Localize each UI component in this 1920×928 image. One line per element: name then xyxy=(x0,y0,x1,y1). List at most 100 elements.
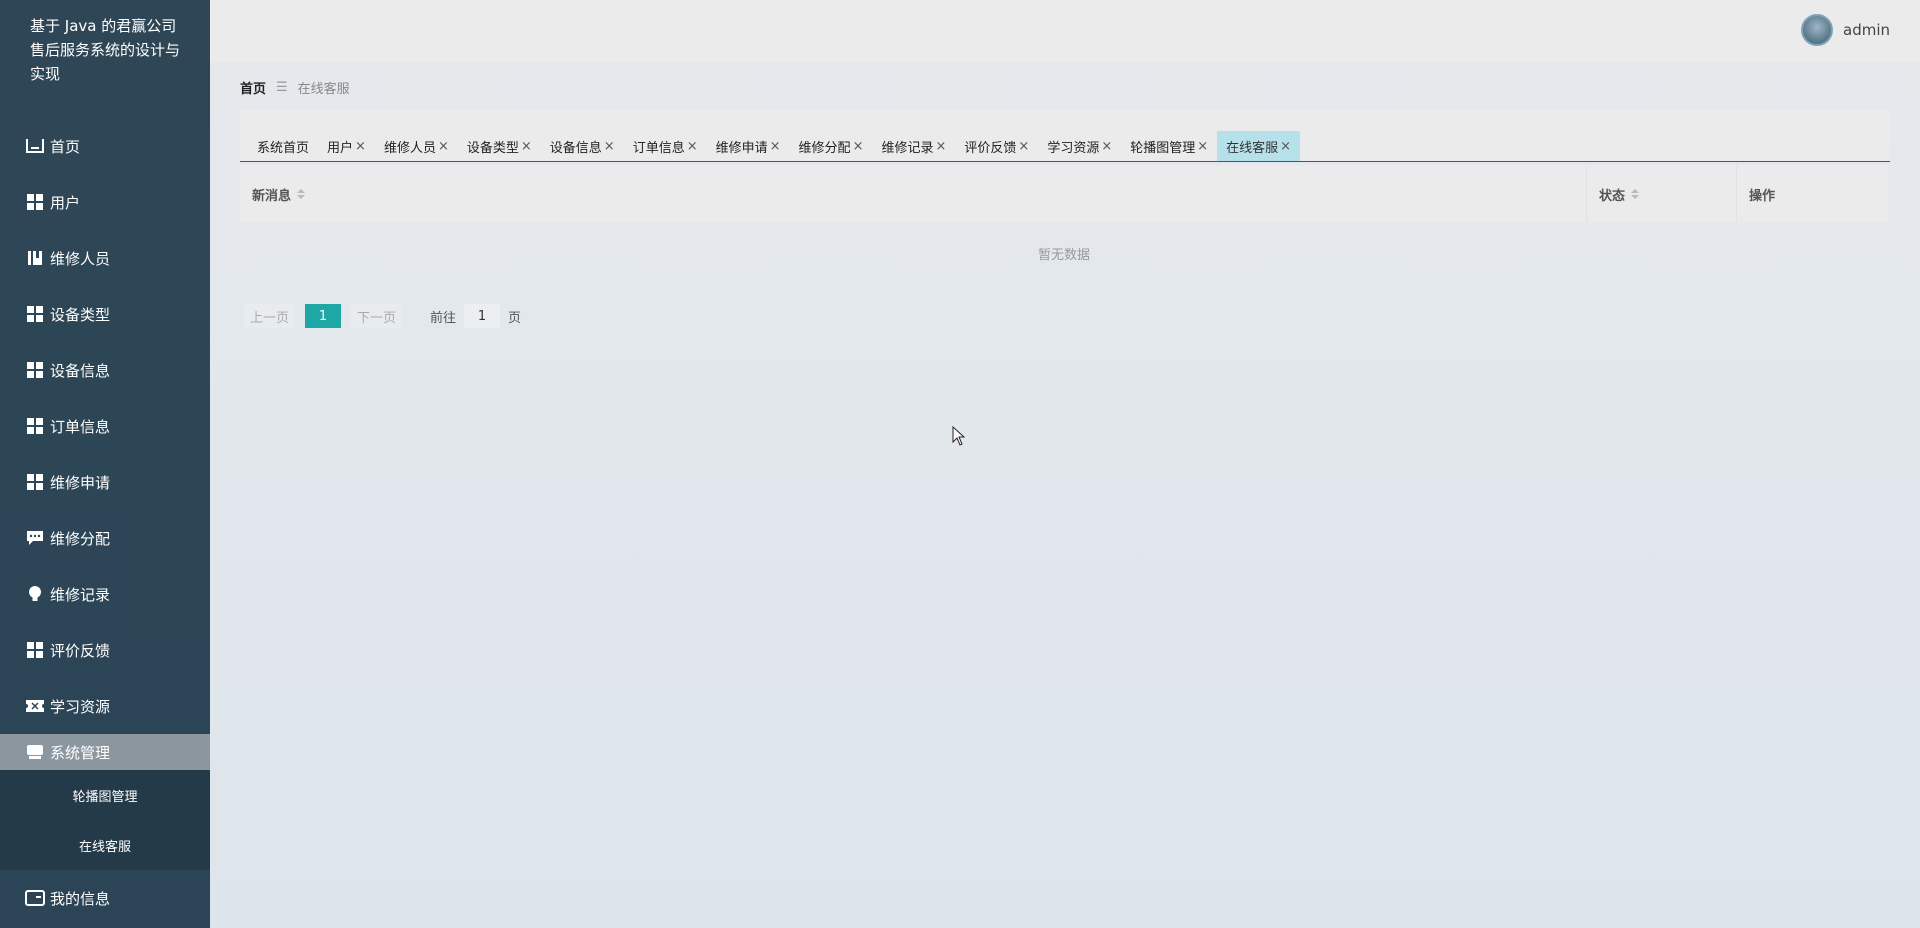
sidebar-item-label: 系统管理 xyxy=(50,743,111,762)
goto-page-input[interactable] xyxy=(464,304,501,328)
mouse-cursor-icon xyxy=(952,425,966,450)
top-header: admin xyxy=(210,0,1920,62)
tab-users[interactable]: 用户 × xyxy=(318,131,375,161)
close-icon[interactable]: × xyxy=(935,139,946,154)
sort-icon[interactable] xyxy=(297,189,306,199)
sidebar-item-label: 订单信息 xyxy=(50,417,111,436)
tab-label: 订单信息 xyxy=(632,140,685,156)
sidebar-item-repair-request[interactable]: 维修申请 xyxy=(0,454,210,510)
close-icon[interactable]: × xyxy=(438,139,449,154)
tab-device-info[interactable]: 设备信息 × xyxy=(541,131,624,161)
tab-repair-record[interactable]: 维修记录 × xyxy=(872,131,955,161)
sidebar-subitem-online-service[interactable]: 在线客服 xyxy=(0,820,210,870)
sidebar-item-label: 我的信息 xyxy=(50,889,111,908)
sort-icon[interactable] xyxy=(1631,189,1640,199)
tab-device-type[interactable]: 设备类型 × xyxy=(458,131,541,161)
tab-order-info[interactable]: 订单信息 × xyxy=(624,131,707,161)
sidebar-item-feedback[interactable]: 评价反馈 xyxy=(0,622,210,678)
sidebar-item-device-type[interactable]: 设备类型 xyxy=(0,286,210,342)
goto-label: 前往 xyxy=(430,310,457,326)
tab-label: 在线客服 xyxy=(1226,140,1279,156)
tab-label: 系统首页 xyxy=(257,140,310,156)
sidebar-item-home[interactable]: 首页 xyxy=(0,118,210,174)
tab-carousel[interactable]: 轮播图管理 × xyxy=(1121,131,1217,161)
tags-bar: 系统首页 用户 × 维修人员 × 设备类型 × 设备信息 × 订单信息 × 维修申请 × 维… xyxy=(240,110,1890,162)
book-icon xyxy=(25,249,45,267)
sidebar-item-label: 设备类型 xyxy=(50,305,111,324)
sidebar-item-label: 设备信息 xyxy=(50,361,111,380)
tab-learning[interactable]: 学习资源 × xyxy=(1038,131,1121,161)
tab-feedback[interactable]: 评价反馈 × xyxy=(955,131,1038,161)
sidebar-item-label: 维修人员 xyxy=(50,249,111,268)
grid-icon xyxy=(25,193,45,211)
tab-label: 维修申请 xyxy=(715,140,768,156)
sidebar-item-users[interactable]: 用户 xyxy=(0,174,210,230)
next-page-button[interactable]: 下一页 xyxy=(351,304,403,328)
breadcrumb-current: 在线客服 xyxy=(297,82,350,97)
sidebar-item-label: 首页 xyxy=(50,137,81,156)
column-header-new-message[interactable]: 新消息 xyxy=(240,165,1587,223)
sidebar-item-label: 用户 xyxy=(50,193,81,212)
grid-icon xyxy=(25,305,45,323)
sidebar: 基于 Java 的君赢公司售后服务系统的设计与实现 首页 用户 维修人员 设备类… xyxy=(0,0,210,928)
sidebar-item-label: 维修记录 xyxy=(50,585,111,604)
tab-label: 学习资源 xyxy=(1047,140,1100,156)
tab-label: 设备信息 xyxy=(549,140,602,156)
sidebar-item-system-management[interactable]: 系统管理 xyxy=(0,734,210,770)
sidebar-item-order-info[interactable]: 订单信息 xyxy=(0,398,210,454)
system-title: 基于 Java 的君赢公司售后服务系统的设计与实现 xyxy=(30,17,181,83)
tab-label: 评价反馈 xyxy=(964,140,1017,156)
avatar xyxy=(1801,14,1833,46)
tab-label: 维修人员 xyxy=(383,140,436,156)
sidebar-subitem-carousel[interactable]: 轮播图管理 xyxy=(0,770,210,820)
grid-icon xyxy=(25,417,45,435)
user-menu[interactable]: admin xyxy=(1801,14,1890,46)
column-label: 状态 xyxy=(1599,188,1626,204)
breadcrumb-home[interactable]: 首页 xyxy=(240,78,266,97)
sidebar-item-repair-staff[interactable]: 维修人员 xyxy=(0,230,210,286)
column-label: 操作 xyxy=(1749,188,1776,204)
page-number-current[interactable]: 1 xyxy=(305,304,342,328)
close-icon[interactable]: × xyxy=(521,139,532,154)
prev-page-button[interactable]: 上一页 xyxy=(244,304,296,328)
tab-label: 用户 xyxy=(327,140,354,156)
close-icon[interactable]: × xyxy=(770,139,781,154)
close-icon[interactable]: × xyxy=(1280,139,1291,154)
grid-icon xyxy=(25,361,45,379)
chat-icon xyxy=(25,529,45,547)
close-icon[interactable]: × xyxy=(355,139,366,154)
card-icon xyxy=(25,889,45,907)
home-icon xyxy=(25,137,45,155)
sidebar-item-label: 学习资源 xyxy=(50,697,111,716)
sidebar-item-my-info[interactable]: 我的信息 xyxy=(0,870,210,926)
close-icon[interactable]: × xyxy=(1018,139,1029,154)
empty-state: 暂无数据 xyxy=(1037,247,1090,263)
sidebar-item-learning[interactable]: 学习资源 xyxy=(0,678,210,734)
tab-system-home[interactable]: 系统首页 xyxy=(248,131,318,161)
close-icon[interactable]: × xyxy=(1197,139,1208,154)
grid-icon xyxy=(25,641,45,659)
column-header-status[interactable]: 状态 xyxy=(1587,165,1737,223)
tab-label: 维修记录 xyxy=(881,140,934,156)
sidebar-item-device-info[interactable]: 设备信息 xyxy=(0,342,210,398)
sidebar-item-repair-record[interactable]: 维修记录 xyxy=(0,566,210,622)
close-icon[interactable]: × xyxy=(687,139,698,154)
close-icon[interactable]: × xyxy=(853,139,864,154)
close-icon[interactable]: × xyxy=(604,139,615,154)
breadcrumb: 首页 ☰ 在线客服 xyxy=(240,78,350,97)
sidebar-item-repair-assign[interactable]: 维修分配 xyxy=(0,510,210,566)
tab-online-service[interactable]: 在线客服 × xyxy=(1217,131,1301,161)
tab-label: 轮播图管理 xyxy=(1130,140,1196,156)
table-header: 新消息 状态 操作 xyxy=(240,165,1888,223)
tab-repair-assign[interactable]: 维修分配 × xyxy=(790,131,873,161)
tab-label: 维修分配 xyxy=(798,140,851,156)
tab-repair-request[interactable]: 维修申请 × xyxy=(707,131,790,161)
pagination: 上一页 1 下一页 前往 页 xyxy=(244,304,521,328)
grid-icon xyxy=(25,473,45,491)
page-unit-label: 页 xyxy=(508,310,522,326)
close-icon[interactable]: × xyxy=(1101,139,1112,154)
breadcrumb-separator-icon: ☰ xyxy=(276,80,288,95)
messages-table: 新消息 状态 操作 暂无数据 xyxy=(240,165,1888,283)
tab-repair-staff[interactable]: 维修人员 × xyxy=(375,131,458,161)
monitor-icon xyxy=(25,743,45,761)
